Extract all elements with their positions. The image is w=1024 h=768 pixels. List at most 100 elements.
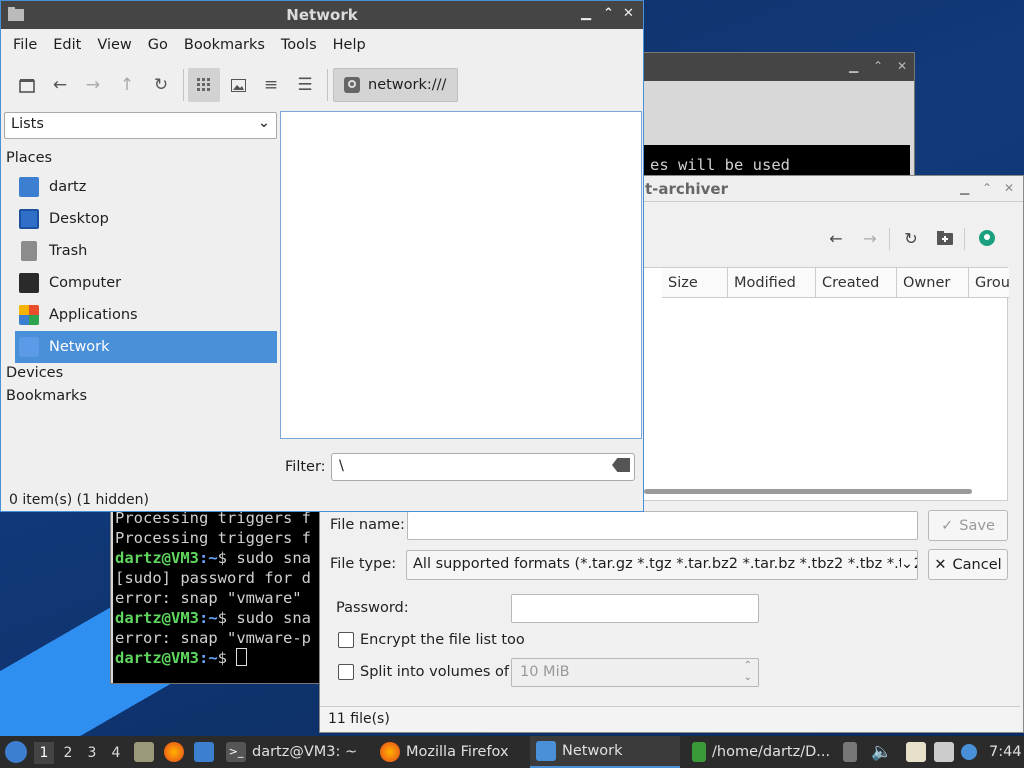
place-item-dartz[interactable]: dartz [15,171,277,203]
terminal-line: error: snap "vmware" [115,589,311,607]
window-title: Network [286,6,358,24]
toolbar-separator [183,69,184,101]
places-heading[interactable]: Places [6,150,52,166]
close-icon[interactable]: ✕ [623,6,634,21]
terminal-hidden-line: es will be used [650,156,790,174]
forward-arrow-icon[interactable]: → [77,68,109,102]
bookmarks-heading[interactable]: Bookmarks [6,388,87,404]
terminal-output: Processing triggers f Processing trigger… [115,508,311,668]
column-owner[interactable]: Owner [897,268,969,298]
new-folder-icon[interactable] [930,225,960,251]
updates-icon [961,744,977,760]
filter-input[interactable]: \ [331,453,635,481]
place-item-applications[interactable]: Applications [15,299,277,331]
split-checkbox[interactable] [338,664,354,680]
password-label: Password: [336,600,409,616]
place-item-network[interactable]: Network [15,331,277,363]
compact-view-icon[interactable]: ≡ [255,68,287,102]
network-status-icon [934,742,954,762]
back-arrow-icon[interactable]: ← [44,68,76,102]
computer-icon [19,273,39,293]
menu-view[interactable]: View [89,37,139,53]
place-item-trash[interactable]: Trash [15,235,277,267]
tray-updates[interactable] [961,736,977,768]
terminal-icon: >_ [226,742,246,762]
close-icon: ✕ [934,556,947,573]
icon-view-icon[interactable] [188,68,220,102]
file-view-pane[interactable] [280,111,642,439]
devices-heading[interactable]: Devices [6,365,63,381]
minimize-icon[interactable]: ▁ [581,6,591,21]
minimize-icon[interactable]: ▁ [849,59,858,73]
file-list[interactable]: Size Modified Created Owner Grou [640,267,1010,501]
tray-clipboard[interactable] [906,736,926,768]
column-modified[interactable]: Modified [728,268,816,298]
tray-network[interactable] [934,736,954,768]
terminal-line: dartz@VM3:~$ sudo sna [115,609,311,627]
task-terminal[interactable]: >_ dartz@VM3: ~ [226,736,357,768]
task-network[interactable]: Network [530,736,680,768]
save-button[interactable]: ✓ Save [928,510,1008,541]
location-path-button[interactable]: network:/// [333,68,458,102]
task-firefox[interactable]: Mozilla Firefox [380,736,509,768]
launcher-desktop[interactable] [194,736,214,768]
reload-icon[interactable]: ↻ [145,68,177,102]
minimize-icon[interactable]: ▁ [960,181,969,195]
menu-edit[interactable]: Edit [45,37,89,53]
up-arrow-icon[interactable]: ↑ [111,68,143,102]
maximize-icon[interactable]: ⌃ [603,6,614,21]
detailed-view-icon[interactable]: ☰ [289,68,321,102]
cancel-button[interactable]: ✕ Cancel [928,549,1008,580]
clock[interactable]: 7:44 [989,736,1022,768]
close-icon[interactable]: ✕ [1004,181,1014,195]
maximize-icon[interactable]: ⌃ [873,59,883,73]
split-size-spinner[interactable]: 10 MiB ⌃ ⌄ [511,658,759,687]
file-name-input[interactable] [407,511,918,540]
thumbnail-view-icon[interactable] [222,68,254,102]
forward-arrow-icon[interactable]: → [855,225,885,251]
menu-go[interactable]: Go [140,37,176,53]
maximize-icon[interactable]: ⌃ [982,181,992,195]
network-titlebar[interactable]: Network ▁ ⌃ ✕ [1,1,643,29]
location-bookmark-icon[interactable] [972,225,1002,251]
menu-bookmarks[interactable]: Bookmarks [176,37,273,53]
file-type-select[interactable]: All supported formats (*.tar.gz *.tgz *.… [406,550,918,580]
column-created[interactable]: Created [816,268,897,298]
folder-icon [536,741,556,761]
toolbar-separator [889,228,890,250]
start-menu-button[interactable] [5,736,27,768]
trash-icon [21,241,37,261]
launcher-firefox[interactable] [164,736,184,768]
password-input[interactable] [511,594,759,623]
side-pane-select[interactable]: Lists ⌄ [4,112,277,139]
column-size[interactable]: Size [662,268,728,298]
tray-storage[interactable] [843,736,857,768]
new-tab-icon[interactable] [11,68,43,102]
close-icon[interactable]: ✕ [897,59,907,73]
workspace-4[interactable]: 4 [106,742,126,764]
workspace-1[interactable]: 1 [34,742,54,764]
reload-icon[interactable]: ↻ [896,225,926,251]
menu-tools[interactable]: Tools [273,37,325,53]
checkmark-icon: ✓ [941,517,954,534]
clear-text-icon[interactable] [612,458,630,472]
taskbar: 1 2 3 4 >_ dartz@VM3: ~ Mozilla Firefox … [0,736,1024,768]
menu-file[interactable]: File [5,37,45,53]
launcher-files[interactable] [134,736,154,768]
home-folder-icon [19,177,39,197]
place-item-desktop[interactable]: Desktop [15,203,277,235]
workspace-2[interactable]: 2 [58,742,78,764]
back-arrow-icon[interactable]: ← [821,225,851,251]
tray-volume[interactable]: 🔈 [871,736,892,768]
workspace-3[interactable]: 3 [82,742,102,764]
encrypt-checkbox[interactable] [338,632,354,648]
horizontal-scrollbar[interactable] [644,489,972,494]
filter-label: Filter: [285,459,326,475]
encrypt-label: Encrypt the file list too [360,632,525,648]
clipboard-icon [906,742,926,762]
place-item-computer[interactable]: Computer [15,267,277,299]
menu-help[interactable]: Help [325,37,374,53]
column-group[interactable]: Grou [969,268,1010,298]
task-archiver[interactable]: /home/dartz/D... [692,736,830,768]
spinner-arrows-icon[interactable]: ⌃ ⌄ [744,660,752,684]
